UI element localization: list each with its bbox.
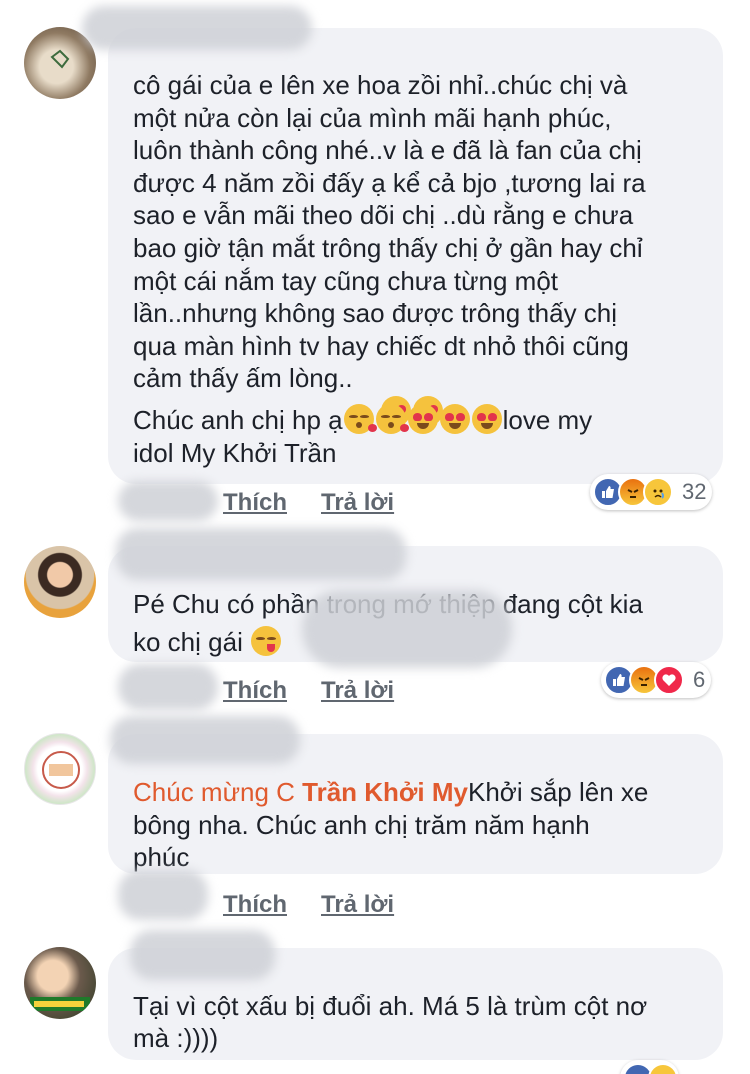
- reply-link[interactable]: Trả lời: [321, 489, 394, 517]
- comment-text-part: Khởi sắp lên xe: [467, 777, 649, 807]
- love-reaction-icon: [654, 665, 684, 695]
- comment-text-line: idol My Khởi Trần: [133, 438, 337, 468]
- sad-reaction-icon: [643, 477, 673, 507]
- reaction-summary[interactable]: 32: [590, 474, 713, 510]
- comment-text-part: love my: [502, 405, 593, 435]
- reaction-summary[interactable]: [620, 1060, 679, 1074]
- avatar[interactable]: [24, 546, 96, 618]
- reaction-summary[interactable]: 6: [601, 662, 712, 698]
- yum-emoji: [251, 626, 282, 656]
- blurred-mention: [302, 590, 512, 668]
- blurred-username: [82, 6, 312, 50]
- reply-link[interactable]: Trả lời: [321, 891, 394, 919]
- reaction-count: 6: [693, 667, 706, 692]
- comment-text-line: ko chị gái: [133, 626, 282, 659]
- comment-text-line: mà :)))): [133, 1023, 219, 1053]
- like-link[interactable]: Thích: [223, 677, 287, 705]
- mention-text[interactable]: Chúc mừng: [133, 777, 269, 807]
- avatar-image: [42, 751, 80, 789]
- blurred-username: [116, 528, 406, 580]
- comment-text: cô gái của e lên xe hoa zồi nhỉ..chúc ch…: [133, 70, 646, 394]
- blurred-timestamp: [118, 664, 218, 710]
- reply-link[interactable]: Trả lời: [321, 677, 394, 705]
- like-link[interactable]: Thích: [223, 489, 287, 517]
- reaction-count: 32: [682, 479, 707, 504]
- comment-text-line: Chúc anh chị hp ạ love my: [133, 404, 592, 437]
- avatar[interactable]: [24, 947, 96, 1019]
- heart-eyes-emoji: [439, 404, 470, 434]
- blurred-username: [110, 716, 300, 764]
- comment-text-line: phúc: [133, 842, 190, 872]
- comment-text-line: bông nha. Chúc anh chị trăm năm hạnh: [133, 810, 590, 840]
- comment-text-line: Chúc mừng C Trần Khởi MyKhởi sắp lên xe: [133, 776, 648, 809]
- comment-text-part: Chúc anh chị hp ạ: [133, 405, 343, 435]
- kiss-emoji: [343, 404, 377, 434]
- blurred-timestamp: [118, 481, 218, 521]
- blurred-timestamp: [118, 870, 208, 920]
- avatar-image: [30, 997, 90, 1011]
- comment-text-line: Tại vì cột xấu bị đuổi ah. Má 5 là trùm …: [133, 991, 648, 1021]
- mention-name[interactable]: Trần Khởi My: [302, 777, 468, 807]
- mention-separator: C: [268, 777, 303, 807]
- haha-reaction-icon: [648, 1063, 678, 1074]
- heart-eyes-emoji: [471, 404, 502, 434]
- blurred-username: [130, 930, 275, 980]
- comment-text-part: ko chị gái: [133, 627, 243, 657]
- avatar[interactable]: [24, 733, 96, 805]
- like-link[interactable]: Thích: [223, 891, 287, 919]
- heart-eyes-emoji: [407, 404, 438, 434]
- kiss-emoji: [375, 404, 409, 434]
